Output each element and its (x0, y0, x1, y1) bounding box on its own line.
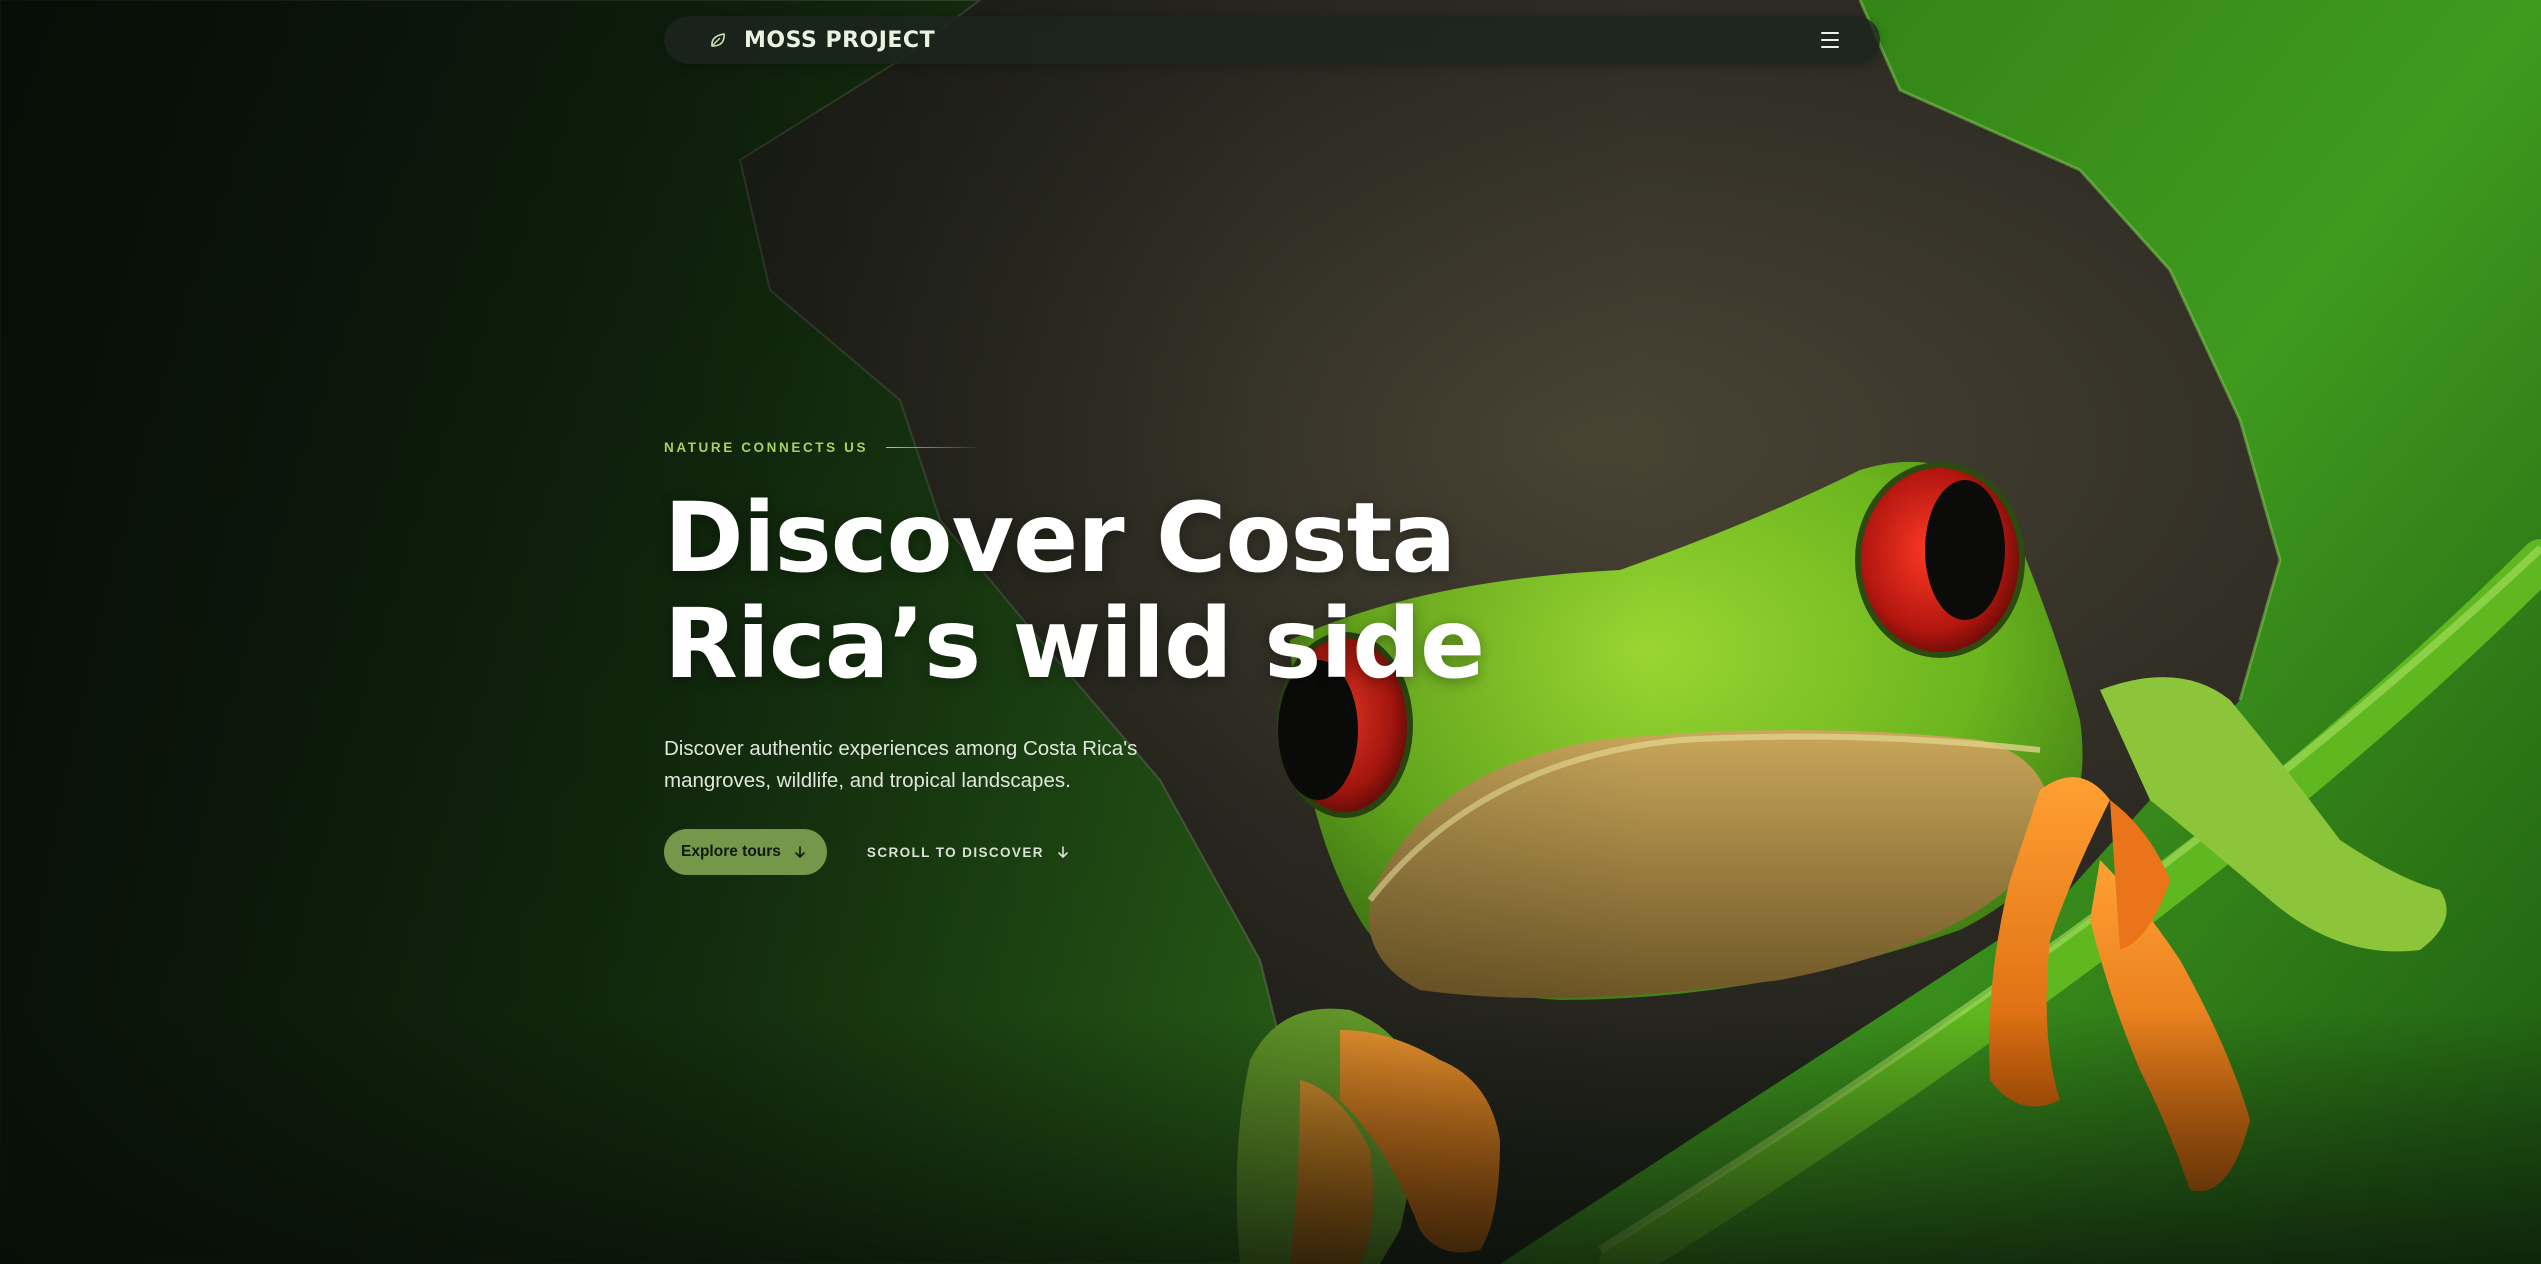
eyebrow-label: NATURE CONNECTS US (664, 440, 869, 455)
explore-tours-label: Explore tours (681, 843, 781, 860)
arrow-down-icon (793, 845, 807, 859)
hero-section: MOSS PROJECT NATURE CONNECTS US Discover… (0, 0, 2541, 1264)
headline-line-2: Rica’s wild side (664, 588, 1485, 700)
arrow-down-icon (1056, 845, 1070, 859)
brand-name: MOSS PROJECT (744, 27, 936, 53)
hero-content: NATURE CONNECTS US Discover Costa Rica’s… (664, 440, 1485, 875)
headline-line-1: Discover Costa (664, 482, 1456, 594)
explore-tours-button[interactable]: Explore tours (664, 829, 827, 875)
hero-headline: Discover Costa Rica’s wild side (664, 482, 1485, 700)
eyebrow-divider (886, 447, 977, 448)
hero-actions: Explore tours SCROLL TO DISCOVER (664, 829, 1424, 875)
hamburger-menu-icon[interactable] (1816, 26, 1844, 54)
leaf-icon (708, 30, 728, 50)
eyebrow: NATURE CONNECTS US (664, 440, 1424, 455)
brand-logo[interactable]: MOSS PROJECT (708, 28, 935, 53)
scroll-to-discover-label: SCROLL TO DISCOVER (866, 844, 1044, 860)
top-navbar: MOSS PROJECT (664, 16, 1880, 64)
scroll-to-discover-link[interactable]: SCROLL TO DISCOVER (867, 845, 1070, 860)
hero-description: Discover authentic experiences among Cos… (664, 737, 1138, 792)
